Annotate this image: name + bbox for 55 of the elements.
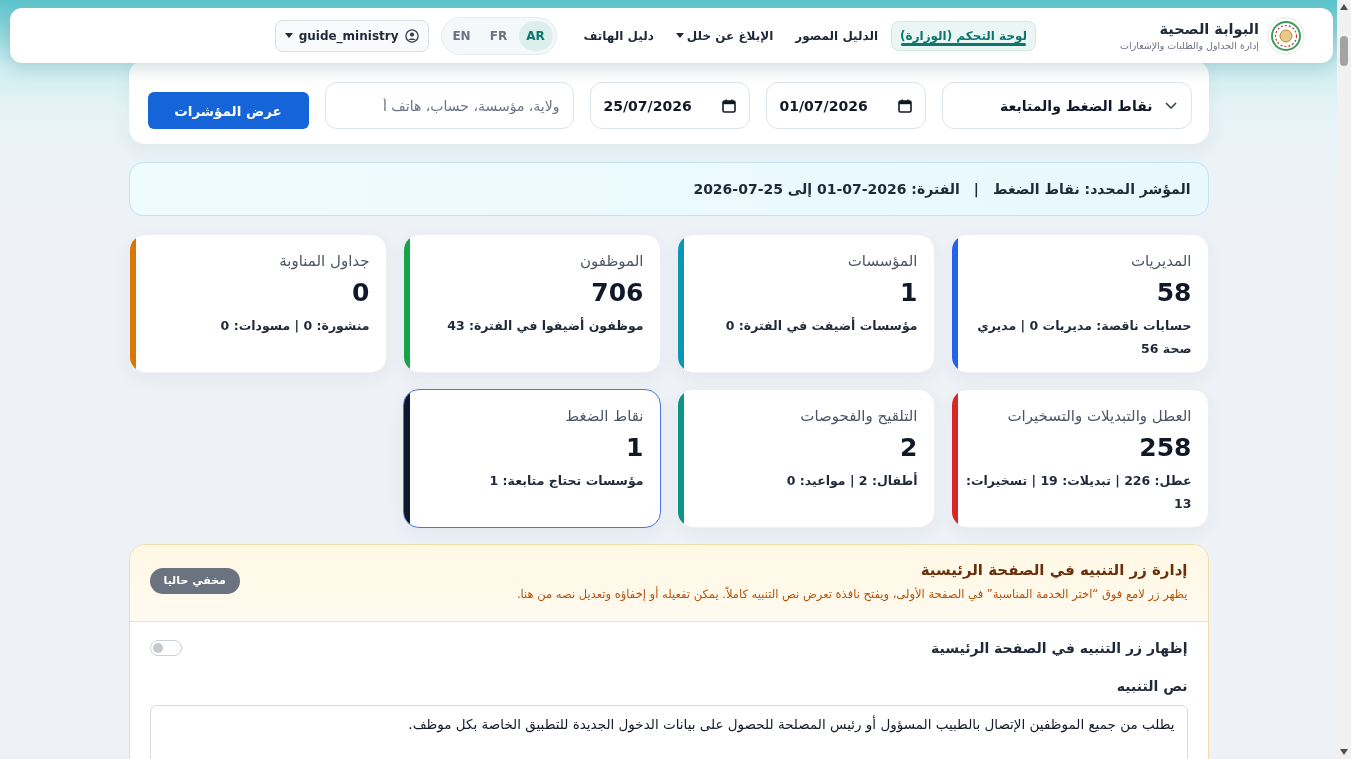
calendar-icon <box>897 98 912 113</box>
card-note: مؤسسات تحتاج متابعة: 1 <box>489 472 644 490</box>
message-field[interactable]: يطلب من جميع الموظفين الإتصال بالطبيب المسؤول أو رئيس المصلحة للحصول على بيانات الدخول الجديدة للتطبيق الخاصة بكل موظف. <box>149 705 1188 759</box>
arrow-down-icon[interactable] <box>1340 749 1348 755</box>
card-value: 258 <box>1139 432 1192 464</box>
selected-indicator-text: المؤشر المحدد: نقاط الضغط <box>992 181 1191 197</box>
card-title: التلقيح والفحوصات <box>800 406 918 427</box>
nav-link[interactable]: الدليل المصور <box>786 20 888 51</box>
card-value: 58 <box>1156 277 1192 309</box>
language-option[interactable]: FR <box>481 20 516 51</box>
card-title: العطل والتبديلات والتسخيرات <box>1007 406 1192 427</box>
toggle-label: إظهار زر التنبيه في الصفحة الرئيسية <box>931 639 1188 658</box>
card-value: 1 <box>626 432 644 464</box>
portal-subtitle: إدارة الجداول والطلبات والإشعارات <box>1120 38 1259 52</box>
scrollbar[interactable] <box>1337 0 1351 759</box>
calendar-icon <box>721 98 736 113</box>
card-title: جداول المناوبة <box>279 251 370 272</box>
card-note: مؤسسات أضيفت في الفترة: 0 <box>725 316 918 335</box>
nav-link[interactable]: الإبلاغ عن خلل <box>666 20 783 51</box>
card-title: نقاط الضغط <box>565 406 644 427</box>
card-value: 706 <box>591 277 644 309</box>
card-title: المؤسسات <box>847 251 918 272</box>
user-menu-button[interactable]: guide_ministry <box>274 19 429 52</box>
user-icon <box>404 28 419 43</box>
card-value: 1 <box>900 277 918 309</box>
card-value: 2 <box>900 432 918 464</box>
seal-icon <box>1267 16 1305 55</box>
date-field[interactable]: 01/07/2026 <box>765 82 926 129</box>
portal-title: البوابة الصحية <box>1158 19 1259 39</box>
separator-text: | <box>973 181 979 197</box>
language-option[interactable]: AR <box>518 20 553 51</box>
arrow-up-icon[interactable] <box>1340 4 1348 10</box>
card-value: 0 <box>352 277 370 309</box>
card-note: حسابات ناقصة: مديريات 0 | مديري صحة 56 <box>976 317 1192 358</box>
scrollbar-thumb[interactable] <box>1340 36 1348 66</box>
indicator-select[interactable]: نقاط الضغط والمتابعة <box>941 82 1192 129</box>
date-field[interactable]: 25/07/2026 <box>589 82 750 129</box>
toggle-switch[interactable] <box>149 640 182 656</box>
card-title: الموظفون <box>580 251 644 272</box>
card-note: أطفال: 2 | مواعيد: 0 <box>786 471 918 490</box>
card-note: عطل: 226 | تبديلات: 19 | تسخيرات: 13 <box>965 472 1192 513</box>
message-label: نص التنبيه <box>1116 677 1188 696</box>
language-option[interactable]: EN <box>444 20 479 51</box>
nav-link[interactable]: دليل الهاتف <box>574 20 663 51</box>
card-note: موظفون أضيفوا في الفترة: 43 <box>447 316 644 335</box>
card-title: المديريات <box>1130 251 1192 272</box>
status-badge: مخفي حاليا <box>149 568 240 594</box>
card-note: منشورة: 0 | مسودات: 0 <box>220 317 370 335</box>
alert-description: يظهر زر لامع فوق “اختر الخدمة المناسبة” في الصفحة الأولى، ويفتح نافذة تعرض نص التنبيه كاملاً. يمكن تفعيله أو إخفاؤه وتعديل نصه من هنا. <box>516 585 1188 603</box>
alert-title: إدارة زر التنبيه في الصفحة الرئيسية <box>920 560 1188 581</box>
chevron-down-icon <box>1164 102 1177 109</box>
show-indicators-button[interactable]: عرض المؤشرات <box>147 92 309 129</box>
period-text: الفترة: 2026-07-01 إلى 25-07-2026 <box>693 181 960 197</box>
nav-link[interactable]: لوحة التحكم (الوزارة) <box>891 20 1037 51</box>
caret-icon <box>284 33 293 38</box>
